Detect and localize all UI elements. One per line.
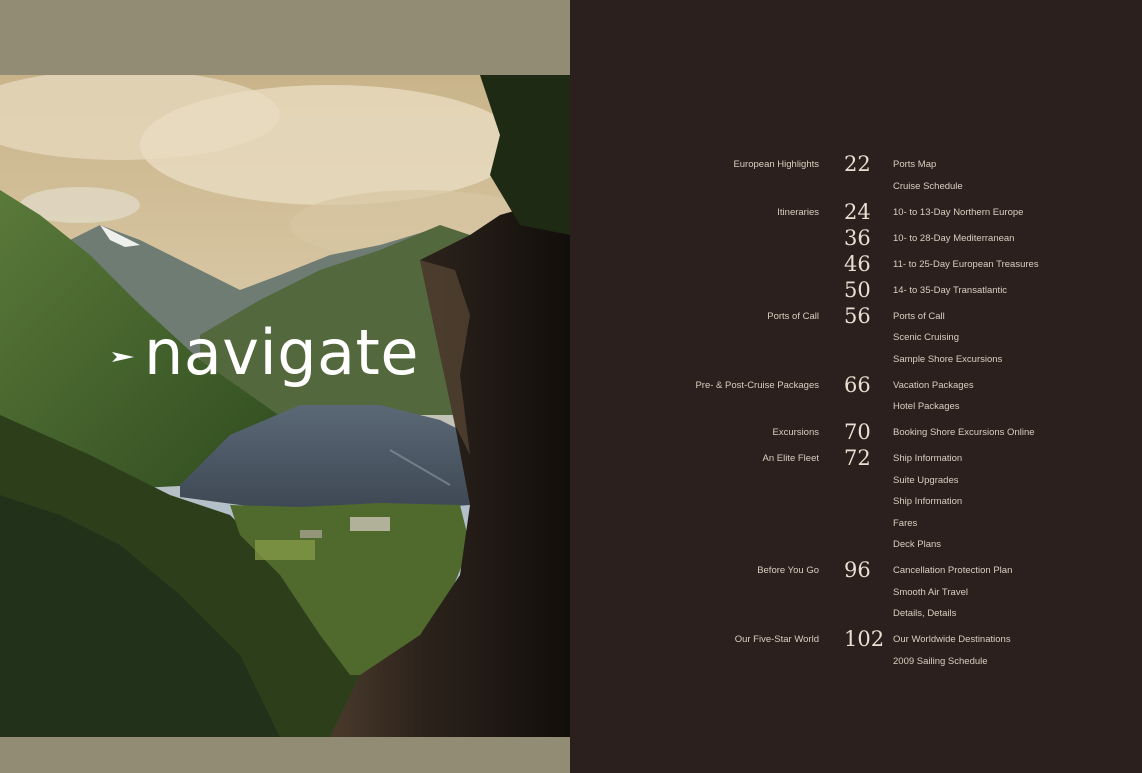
toc-section-label: Pre- & Post-Cruise Packages xyxy=(695,379,819,391)
toc-row: Scenic Cruising xyxy=(570,331,1142,349)
toc-item[interactable]: 14- to 35-Day Transatlantic xyxy=(893,284,1007,298)
toc-item[interactable]: 10- to 13-Day Northern Europe xyxy=(893,206,1023,220)
toc-row: Details, Details xyxy=(570,607,1142,625)
toc-row: Hotel Packages xyxy=(570,400,1142,418)
toc-row: Smooth Air Travel xyxy=(570,586,1142,604)
toc-item[interactable]: Cruise Schedule xyxy=(893,180,963,194)
toc-item[interactable]: Cancellation Protection Plan xyxy=(893,564,1012,578)
toc-item[interactable]: 2009 Sailing Schedule xyxy=(893,655,988,669)
toc-row: 2009 Sailing Schedule xyxy=(570,655,1142,673)
toc-row: Sample Shore Excursions xyxy=(570,353,1142,371)
toc-page-number[interactable]: 56 xyxy=(844,304,871,328)
headline: navigate xyxy=(112,318,419,388)
toc-page-number[interactable]: 96 xyxy=(844,558,871,582)
toc-item[interactable]: Ship Information xyxy=(893,452,962,466)
toc-section-label: Our Five-Star World xyxy=(734,634,819,645)
toc-item[interactable]: Details, Details xyxy=(893,607,956,621)
toc-item[interactable]: Ports of Call xyxy=(893,310,945,324)
toc-page-number[interactable]: 66 xyxy=(844,373,871,397)
toc-page-number[interactable]: 72 xyxy=(844,446,871,470)
toc-section-label: European Highlights xyxy=(733,159,819,170)
table-of-contents: European Highlights 22 Ports Map Cruise Sch… xyxy=(570,0,1142,773)
toc-row: An Elite Fleet 72 Ship Information xyxy=(570,446,1142,470)
toc-page-number[interactable]: 22 xyxy=(844,152,871,176)
toc-page-number[interactable]: 50 xyxy=(844,278,871,302)
left-page: navigate xyxy=(0,0,570,773)
toc-page-number[interactable]: 24 xyxy=(844,200,871,224)
toc-row: Before You Go 96 Cancellation Protection P… xyxy=(570,558,1142,582)
toc-item[interactable]: Sample Shore Excursions xyxy=(893,353,1002,367)
toc-section-label: Excursions xyxy=(772,427,819,438)
toc-row: Our Five-Star World 102 Our Worldwide Dest… xyxy=(570,627,1142,651)
toc-item[interactable]: Vacation Packages xyxy=(893,379,974,393)
toc-item[interactable]: Scenic Cruising xyxy=(893,331,959,345)
toc-row: Ship Information xyxy=(570,495,1142,513)
toc-page-number[interactable]: 70 xyxy=(844,420,871,444)
toc-row: Cruise Schedule xyxy=(570,180,1142,198)
toc-row: Suite Upgrades xyxy=(570,474,1142,492)
toc-row: 46 11- to 25-Day European Treasures xyxy=(570,252,1142,276)
toc-item[interactable]: 11- to 25-Day European Treasures xyxy=(893,258,1039,272)
toc-item[interactable]: Fares xyxy=(893,517,917,531)
toc-row: Pre- & Post-Cruise Packages 66 Vacation Pa… xyxy=(570,373,1142,397)
toc-row: Itineraries 24 10- to 13-Day Northern Euro… xyxy=(570,200,1142,224)
toc-row: Ports of Call 56 Ports of Call xyxy=(570,304,1142,328)
toc-section-label: Itineraries xyxy=(777,206,819,218)
toc-section-label: An Elite Fleet xyxy=(762,453,820,464)
toc-row: 50 14- to 35-Day Transatlantic xyxy=(570,278,1142,302)
toc-row: Fares xyxy=(570,517,1142,535)
toc-row: Deck Plans xyxy=(570,538,1142,556)
headline-text: navigate xyxy=(144,316,420,389)
arrow-icon xyxy=(112,352,134,362)
toc-item[interactable]: Ports Map xyxy=(893,158,936,172)
toc-page-number[interactable]: 46 xyxy=(844,252,871,276)
toc-item[interactable]: Hotel Packages xyxy=(893,400,960,414)
toc-item[interactable]: Ship Information xyxy=(893,495,962,509)
toc-row: Excursions 70 Booking Shore Excursions Onl… xyxy=(570,420,1142,444)
toc-item[interactable]: 10- to 28-Day Mediterranean xyxy=(893,232,1014,246)
fjord-photo xyxy=(0,75,570,737)
toc-item[interactable]: Booking Shore Excursions Online xyxy=(893,426,1035,440)
toc-item[interactable]: Suite Upgrades xyxy=(893,474,958,488)
toc-page-number[interactable]: 36 xyxy=(844,226,871,250)
toc-page-number[interactable]: 102 xyxy=(844,627,884,651)
toc-section-label: Before You Go xyxy=(757,565,819,576)
toc-row: European Highlights 22 Ports Map xyxy=(570,152,1142,176)
toc-item[interactable]: Deck Plans xyxy=(893,538,941,552)
toc-section-label: Ports of Call xyxy=(767,310,819,322)
toc-item[interactable]: Smooth Air Travel xyxy=(893,586,968,600)
toc-item[interactable]: Our Worldwide Destinations xyxy=(893,633,1011,647)
toc-row: 36 10- to 28-Day Mediterranean xyxy=(570,226,1142,250)
